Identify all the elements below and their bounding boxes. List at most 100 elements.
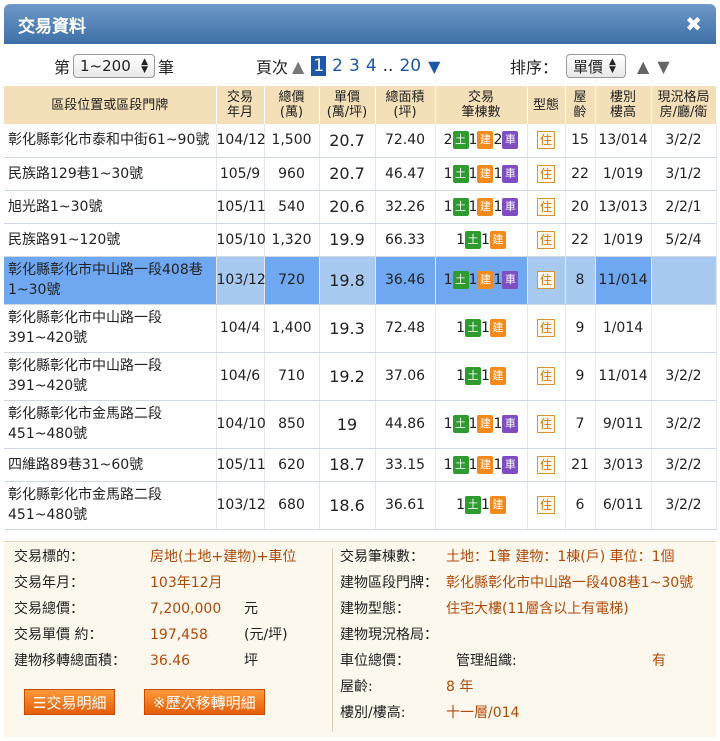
land-icon: 土: [452, 164, 469, 183]
detail-area-value: 36.46: [150, 653, 191, 669]
sort-label: 排序：: [510, 58, 559, 77]
detail-target-value: 房地(土地+建物)+車位: [150, 549, 297, 565]
cell-total-price: 620: [264, 448, 320, 482]
page-link-3[interactable]: 3: [349, 56, 360, 76]
table-row[interactable]: 彰化縣彰化市金馬路二段451~480號 104/10 850 19 44.86 1 土 1 建 1…: [4, 400, 717, 449]
cell-unit-price: 20.6: [319, 190, 376, 224]
parking-icon: 車: [502, 197, 519, 216]
col-type-header[interactable]: 型態: [527, 86, 566, 124]
cell-floor: 1/019: [595, 157, 652, 191]
col-unit-price-header[interactable]: 單價 (萬/坪): [319, 86, 376, 124]
close-icon[interactable]: ✖: [685, 12, 702, 36]
cell-total-price: 710: [264, 352, 320, 401]
cell-type: 住: [527, 481, 566, 530]
cell-layout: 3/1/2: [651, 157, 717, 191]
cell-address: 民族路91~120號: [4, 223, 217, 257]
building-count: 1: [468, 272, 478, 288]
cell-type: 住: [527, 304, 566, 353]
parking-icon: 車: [502, 271, 519, 289]
page-link-4[interactable]: 4: [366, 56, 377, 76]
table-row[interactable]: 四維路89巷31~60號 105/11 620 18.7 33.15 1 土 1 建 1 車住 21 3…: [4, 448, 717, 482]
range-suffix: 筆: [158, 58, 175, 77]
cell-unit-price: 19.3: [319, 304, 376, 353]
detail-target-label: 交易標的：: [14, 549, 84, 565]
sort-descending-icon[interactable]: ▼: [657, 57, 669, 76]
cell-area: 37.06: [375, 352, 436, 401]
toolbar: 第 1~200 ▲ ▼ 筆 頁次 ▲ 1 2 3 4 .. 20 ▼ 排序： 單價…: [4, 44, 716, 86]
table-row[interactable]: 彰化縣彰化市泰和中街61~90號 104/12 1,500 20.7 72.40 2 土 1 建…: [4, 124, 717, 158]
sort-select-value: 單價: [573, 57, 604, 76]
page-link-2[interactable]: 2: [332, 56, 343, 76]
building-icon: 建: [477, 164, 494, 183]
cell-area: 33.15: [375, 448, 436, 482]
parking-count: 2: [493, 132, 503, 149]
col-age-header[interactable]: 屋齡: [565, 86, 596, 124]
land-icon: 土: [452, 455, 469, 474]
table-row[interactable]: 彰化縣彰化市金馬路二段451~480號 103/12 680 18.6 36.61 1 土 1…: [4, 481, 717, 530]
residential-type-icon: 住: [536, 131, 555, 150]
land-count: 1: [456, 320, 465, 336]
cell-area: 36.46: [375, 256, 436, 305]
sort-ascending-icon[interactable]: ▲: [637, 57, 649, 76]
col-count-header[interactable]: 交易 筆棟數: [435, 86, 528, 124]
cell-type: 住: [527, 124, 566, 158]
table-row[interactable]: 民族路129巷1~30號 105/9 960 20.7 46.47 1 土 1 建 1 車住 22 1/…: [4, 157, 717, 191]
residential-type-icon: 住: [536, 271, 555, 289]
page-link-1[interactable]: 1: [311, 56, 327, 76]
sort-select[interactable]: 單價 ▲ ▼: [566, 54, 627, 78]
col-area-header[interactable]: 總面積 (坪): [375, 86, 436, 124]
cell-area: 46.47: [375, 157, 436, 191]
cell-floor: 1/019: [595, 223, 652, 257]
cell-age: 8: [565, 256, 596, 305]
col-total-price-header[interactable]: 總價 (萬): [264, 86, 320, 124]
cell-total-price: 960: [264, 157, 320, 191]
transfer-history-button[interactable]: ※歷次移轉明細: [144, 689, 265, 715]
cell-floor: 1/014: [595, 304, 652, 353]
col-floor-header[interactable]: 樓別 樓高: [595, 86, 652, 124]
window-title: 交易資料: [18, 16, 86, 37]
cell-count: 1土1建: [435, 352, 528, 401]
parking-count: 1: [493, 165, 503, 182]
cell-age: 22: [565, 223, 596, 257]
detail-area-unit: 坪: [244, 653, 258, 669]
cell-area: 72.40: [375, 124, 436, 158]
col-address-header[interactable]: 區段位置或區段門牌: [4, 86, 217, 124]
land-icon: 土: [452, 131, 469, 150]
cell-count: 1土1建: [435, 223, 528, 257]
col-layout-header[interactable]: 現況格局 房/廳/衛: [651, 86, 717, 124]
col-year-month-header[interactable]: 交易 年月: [216, 86, 265, 124]
table-row[interactable]: 民族路91~120號 105/10 1,320 19.9 66.33 1 土 1 建住 22 1/0…: [4, 223, 717, 257]
next-page-icon[interactable]: ▼: [428, 57, 440, 76]
building-icon: 建: [477, 271, 494, 289]
table-row[interactable]: 旭光路1~30號 105/11 540 20.6 32.26 1 土 1 建 1 車住 20 13/01…: [4, 190, 717, 224]
detail-age-value: 8 年: [446, 679, 474, 695]
cell-year-month: 105/10: [216, 223, 266, 257]
land-count: 1: [443, 198, 453, 215]
detail-parking-label: 車位總價：: [340, 653, 410, 669]
land-icon: 土: [465, 319, 481, 337]
updown-arrows-icon: ▲ ▼: [609, 57, 616, 75]
parking-count: 1: [493, 272, 503, 288]
sort-control: 排序： 單價 ▲ ▼ ▲ ▼: [510, 53, 674, 79]
detail-mgmt-label: 管理組織:: [456, 653, 517, 669]
page-link-20[interactable]: 20: [399, 56, 421, 76]
detail-addr-value: 彰化縣彰化市中山路一段408巷1~30號: [446, 575, 694, 591]
building-count: 1: [481, 497, 490, 513]
prev-page-icon[interactable]: ▲: [292, 57, 304, 76]
page-label: 頁次: [256, 58, 289, 77]
table-row[interactable]: 彰化縣彰化市中山路一段391~420號 104/6 710 19.2 37.06 1 土 1 建…: [4, 352, 717, 401]
transaction-detail-button[interactable]: ☰交易明細: [24, 689, 116, 715]
table-row[interactable]: 彰化縣彰化市中山路一段408巷1~30號 103/12 720 19.8 36.46 1 土…: [4, 256, 717, 305]
range-select[interactable]: 1~200 ▲ ▼: [73, 54, 156, 78]
cell-unit-price: 18.7: [319, 448, 376, 482]
cell-floor: 9/011: [595, 400, 652, 449]
cell-total-price: 720: [264, 256, 320, 305]
cell-layout: [651, 304, 717, 353]
cell-floor: 11/014: [595, 256, 652, 305]
land-icon: 土: [452, 197, 469, 216]
cell-floor: 3/013: [595, 448, 652, 482]
cell-address: 彰化縣彰化市中山路一段391~420號: [4, 304, 217, 353]
table-row[interactable]: 彰化縣彰化市中山路一段391~420號 104/4 1,400 19.3 72.48 1 土…: [4, 304, 717, 353]
cell-floor: 13/014: [595, 124, 652, 158]
cell-unit-price: 19: [319, 400, 376, 449]
